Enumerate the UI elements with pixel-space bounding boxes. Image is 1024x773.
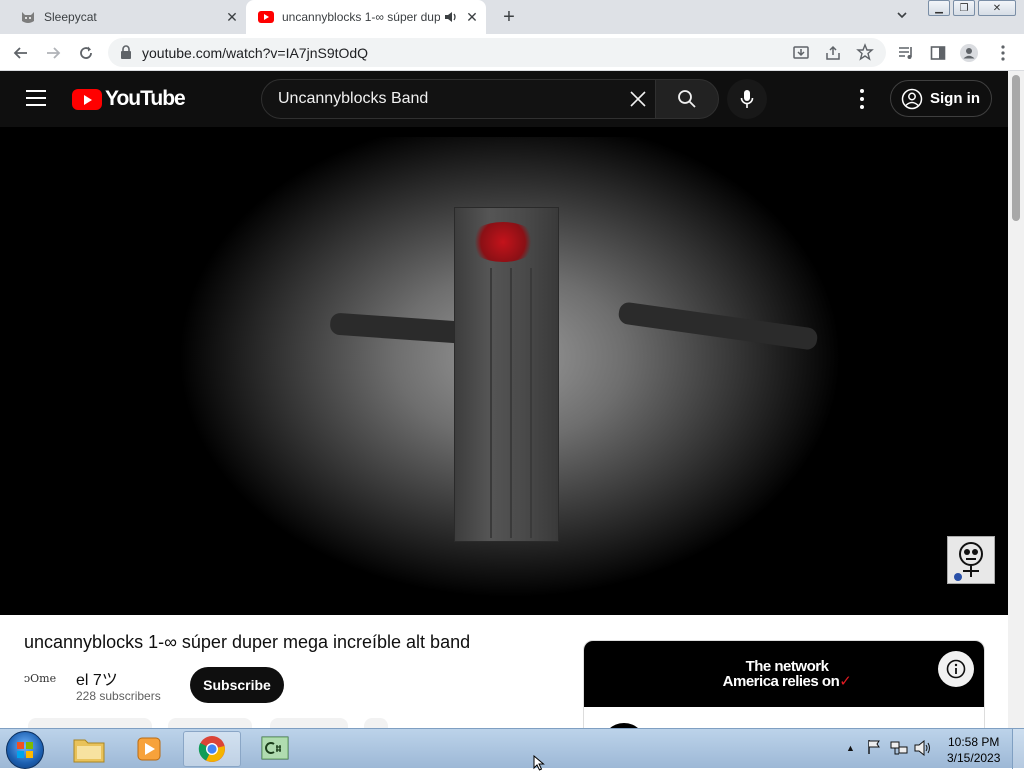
clear-search-icon[interactable]	[628, 89, 648, 109]
creature-red-eye	[468, 222, 538, 262]
browser-toolbar: youtube.com/watch?v=IA7jnS9tOdQ	[0, 34, 1024, 71]
search-icon	[678, 90, 696, 108]
channel-watermark[interactable]	[947, 536, 995, 584]
back-icon[interactable]	[10, 42, 32, 64]
youtube-header: YouTube Uncannyblocks Band Sign in	[0, 71, 1008, 127]
channel-avatar[interactable]: ᴐOme	[24, 664, 64, 704]
check-mark-icon: ✓	[839, 673, 852, 690]
subscribe-button[interactable]: Subscribe	[190, 667, 284, 703]
sign-in-button[interactable]: Sign in	[890, 80, 992, 117]
forward-icon[interactable]	[42, 42, 64, 64]
close-icon[interactable]: ✕	[464, 9, 480, 25]
search-button[interactable]	[655, 79, 719, 119]
taskbar-media-player[interactable]	[120, 731, 178, 767]
ad-card[interactable]: The network America relies on✓	[583, 640, 985, 730]
info-icon	[946, 659, 966, 679]
tab-sleepycat[interactable]: Sleepycat ✕	[0, 0, 246, 34]
tab-title: uncannyblocks 1-∞ súper duper mega incre…	[282, 10, 440, 24]
cat-icon	[20, 9, 36, 25]
windows-logo-icon	[17, 742, 33, 758]
close-icon[interactable]: ✕	[224, 9, 240, 25]
new-tab-button[interactable]: +	[498, 6, 520, 28]
folder-icon	[73, 739, 105, 763]
taskbar-explorer[interactable]	[60, 731, 118, 767]
chrome-icon	[198, 736, 225, 762]
search-query-text: Uncannyblocks Band	[278, 90, 429, 107]
subscriber-count: 228 subscribers	[76, 689, 161, 703]
hamburger-menu-icon[interactable]	[26, 90, 46, 106]
minimize-button[interactable]: ▁	[928, 0, 950, 16]
media-controls-icon[interactable]	[895, 42, 917, 64]
install-icon[interactable]	[792, 44, 810, 62]
taskbar-csharp-app[interactable]	[246, 731, 304, 767]
reload-icon[interactable]	[75, 42, 97, 64]
user-circle-icon	[901, 88, 923, 109]
network-icon[interactable]	[890, 740, 908, 761]
share-icon[interactable]	[824, 44, 842, 62]
volume-icon[interactable]	[914, 739, 932, 761]
voice-search-button[interactable]	[727, 79, 767, 119]
chevron-down-icon[interactable]	[895, 8, 913, 26]
audio-playing-icon[interactable]	[444, 10, 458, 24]
bookmark-star-icon[interactable]	[856, 43, 874, 61]
windows-taskbar: ▲ 10:58 PM 3/15/2023	[0, 728, 1024, 769]
csharp-icon	[261, 736, 289, 760]
show-desktop-button[interactable]	[1012, 729, 1024, 769]
taskbar-chrome[interactable]	[183, 731, 241, 767]
sign-in-label: Sign in	[930, 90, 980, 107]
search-input[interactable]: Uncannyblocks Band	[261, 79, 656, 119]
youtube-wordmark: YouTube	[105, 87, 186, 110]
browser-tab-strip: Sleepycat ✕ uncannyblocks 1-∞ súper dupe…	[0, 0, 1024, 34]
tab-title: Sleepycat	[44, 10, 97, 24]
lock-icon	[121, 45, 131, 59]
channel-avatar-text: ᴐOme	[24, 672, 57, 685]
ad-banner: The network America relies on✓	[584, 641, 984, 707]
video-frame	[60, 137, 960, 607]
restore-button[interactable]: ❐	[953, 0, 975, 16]
clock-time[interactable]: 10:58 PM	[948, 735, 999, 749]
youtube-icon	[258, 9, 274, 25]
ad-headline: The network America relies on✓	[722, 658, 852, 690]
url-text: youtube.com/watch?v=IA7jnS9tOdQ	[142, 45, 369, 61]
creature-arm-right	[617, 301, 819, 351]
start-button[interactable]	[6, 731, 44, 769]
tab-youtube-video[interactable]: uncannyblocks 1-∞ súper duper mega incre…	[246, 0, 486, 34]
youtube-logo[interactable]: YouTube	[72, 87, 186, 110]
media-player-icon	[137, 737, 161, 761]
ad-info-button[interactable]	[938, 651, 974, 687]
scrollbar-thumb[interactable]	[1012, 75, 1020, 221]
youtube-play-icon	[72, 88, 102, 110]
video-title: uncannyblocks 1-∞ súper duper mega incre…	[24, 632, 471, 652]
action-center-flag-icon[interactable]	[866, 739, 882, 760]
show-hidden-icons-icon[interactable]: ▲	[846, 743, 855, 753]
window-close-button[interactable]: ✕	[978, 0, 1016, 16]
clock-date[interactable]: 3/15/2023	[947, 751, 1000, 765]
menu-kebab-icon[interactable]	[992, 42, 1014, 64]
profile-icon[interactable]	[958, 42, 980, 64]
mouse-cursor-icon	[533, 755, 545, 771]
channel-name[interactable]: el 7ツ	[76, 666, 118, 690]
page-scrollbar[interactable]	[1008, 71, 1024, 728]
video-player[interactable]	[0, 127, 1008, 615]
address-bar[interactable]: youtube.com/watch?v=IA7jnS9tOdQ	[108, 38, 886, 67]
settings-more-icon[interactable]	[850, 89, 874, 109]
microphone-icon	[740, 90, 754, 108]
side-panel-icon[interactable]	[927, 42, 949, 64]
